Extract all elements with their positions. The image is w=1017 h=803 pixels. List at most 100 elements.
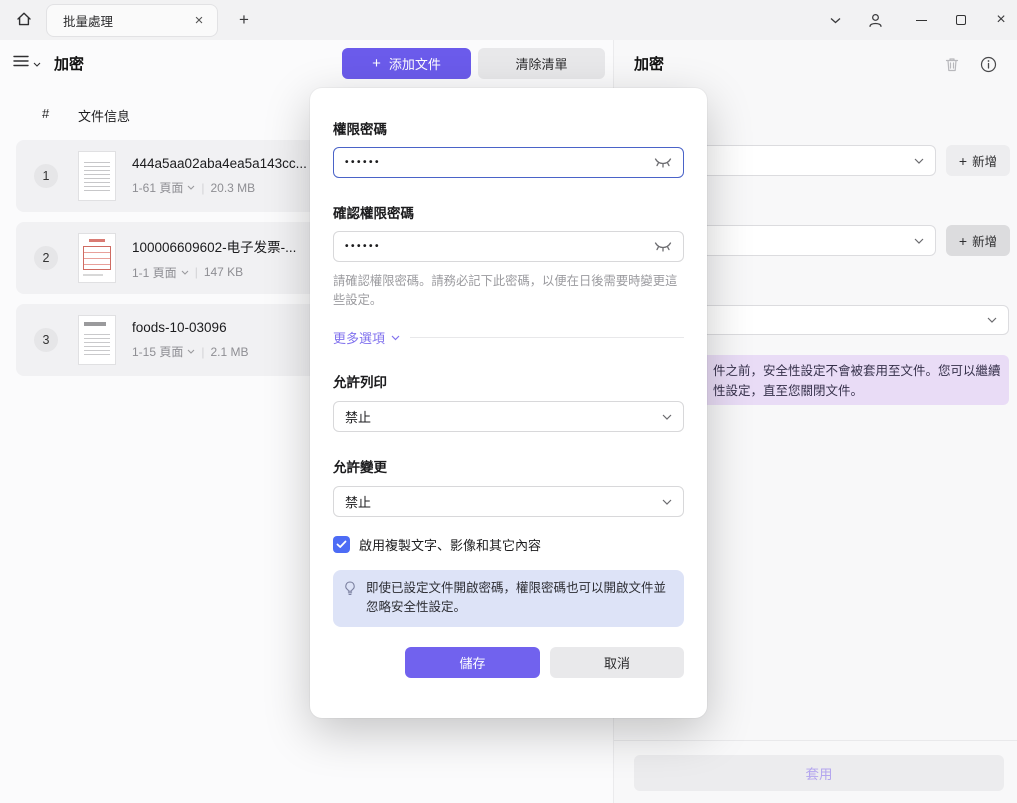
- confirm-password-label: 確認權限密碼: [333, 202, 684, 222]
- chevron-down-icon: [187, 185, 195, 190]
- home-button[interactable]: [9, 5, 39, 35]
- chevron-down-icon: [662, 414, 672, 420]
- plus-icon: +: [372, 56, 381, 71]
- clear-list-button[interactable]: 清除清單: [478, 48, 605, 79]
- add-files-label: 添加文件: [389, 54, 441, 73]
- page-range-dropdown[interactable]: 1-1 頁面: [132, 264, 189, 281]
- file-name: foods-10-03096: [132, 320, 249, 335]
- add-new-label: 新增: [972, 231, 997, 250]
- home-icon: [15, 10, 33, 31]
- maximize-button[interactable]: [948, 7, 974, 33]
- maximize-icon: [956, 15, 966, 25]
- password-masked-value: ••••••: [345, 157, 654, 168]
- permission-password-label: 權限密碼: [333, 118, 684, 138]
- app-window: 批量處理 × + × 加密 + 添加文件 清除清單: [0, 0, 1017, 803]
- file-size: 147 KB: [204, 265, 243, 279]
- titlebar: 批量處理 × + ×: [0, 0, 1017, 40]
- add-new-button[interactable]: + 新增: [946, 225, 1010, 256]
- file-thumbnail: [78, 315, 116, 365]
- allow-change-value: 禁止: [345, 492, 371, 511]
- left-panel-title: 加密: [54, 53, 84, 74]
- minimize-icon: [916, 20, 927, 21]
- page-range-dropdown[interactable]: 1-15 頁面: [132, 343, 195, 360]
- more-options-label: 更多選項: [333, 328, 385, 347]
- divider: |: [195, 265, 198, 279]
- file-size: 20.3 MB: [210, 181, 255, 195]
- row-number-badge: 2: [34, 246, 58, 270]
- password-note-box: 即使已設定文件開啟密碼，權限密碼也可以開啟文件並忽略安全性設定。: [333, 570, 684, 627]
- enable-copy-row: 啟用複製文字、影像和其它內容: [333, 535, 684, 554]
- hamburger-menu-icon: [13, 54, 29, 70]
- file-size: 2.1 MB: [210, 345, 248, 359]
- eye-closed-icon[interactable]: [654, 240, 672, 253]
- file-thumbnail: [78, 233, 116, 283]
- row-number-badge: 1: [34, 164, 58, 188]
- dialog-buttons: 儲存 取消: [333, 647, 684, 678]
- file-info: 100006609602-电子发票-... 1-1 頁面 | 147 KB: [132, 236, 296, 281]
- security-note-line2: 性設定，直至您關閉文件。: [713, 381, 1009, 401]
- enable-copy-label: 啟用複製文字、影像和其它內容: [359, 535, 541, 554]
- apply-label: 套用: [806, 763, 833, 783]
- titlebar-chevron-down-icon[interactable]: [822, 7, 848, 33]
- minimize-button[interactable]: [908, 7, 934, 33]
- lightbulb-icon: [344, 581, 356, 602]
- allow-change-label: 允許變更: [333, 456, 684, 476]
- section-divider: [410, 337, 684, 338]
- chevron-down-icon: [914, 238, 924, 244]
- allow-print-value: 禁止: [345, 407, 371, 426]
- right-panel-title: 加密: [634, 53, 664, 74]
- confirm-password-input[interactable]: ••••••: [333, 231, 684, 262]
- allow-print-select[interactable]: 禁止: [333, 401, 684, 432]
- confirm-password-hint: 請確認權限密碼。請務必記下此密碼，以便在日後需要時變更這些設定。: [333, 272, 684, 310]
- chevron-down-icon: [662, 499, 672, 505]
- tab-label: 批量處理: [63, 11, 189, 30]
- clear-list-label: 清除清單: [515, 54, 567, 73]
- divider: |: [201, 181, 204, 195]
- chevron-down-icon: [914, 158, 924, 164]
- save-label: 儲存: [459, 653, 485, 672]
- chevron-down-icon: [187, 349, 195, 354]
- tab-close-icon[interactable]: ×: [189, 11, 209, 31]
- password-note-text: 即使已設定文件開啟密碼，權限密碼也可以開啟文件並忽略安全性設定。: [366, 581, 666, 614]
- chevron-down-icon: [987, 317, 997, 323]
- chevron-down-icon: [391, 335, 400, 341]
- add-new-button[interactable]: + 新增: [946, 145, 1010, 176]
- page-range-label: 1-15 頁面: [132, 343, 183, 360]
- add-new-label: 新增: [972, 151, 997, 170]
- menu-button[interactable]: [13, 54, 41, 70]
- chevron-down-icon: [181, 270, 189, 275]
- row-number-badge: 3: [34, 328, 58, 352]
- file-info: 444a5aa02aba4ea5a143cc... 1-61 頁面 | 20.3…: [132, 156, 307, 196]
- menu-chevron-down-icon: [33, 54, 41, 70]
- file-name: 100006609602-电子发票-...: [132, 236, 296, 256]
- page-range-dropdown[interactable]: 1-61 頁面: [132, 179, 195, 196]
- permission-password-dialog: 權限密碼 •••••• 確認權限密碼 •••••• 請確認權限密碼。請務必記下此…: [310, 88, 707, 718]
- cancel-label: 取消: [604, 653, 630, 672]
- tab-batch-process[interactable]: 批量處理 ×: [46, 4, 218, 37]
- column-header-file-info: 文件信息: [78, 106, 130, 125]
- new-tab-button[interactable]: +: [232, 8, 256, 32]
- cancel-button[interactable]: 取消: [550, 647, 684, 678]
- user-account-icon[interactable]: [862, 7, 888, 33]
- window-close-button[interactable]: ×: [988, 7, 1014, 33]
- page-range-label: 1-61 頁面: [132, 179, 183, 196]
- more-options-link[interactable]: 更多選項: [333, 328, 400, 347]
- allow-change-select[interactable]: 禁止: [333, 486, 684, 517]
- permission-password-input[interactable]: ••••••: [333, 147, 684, 178]
- trash-icon[interactable]: [939, 51, 965, 77]
- divider: |: [201, 345, 204, 359]
- save-button[interactable]: 儲存: [405, 647, 540, 678]
- more-options-row: 更多選項: [333, 328, 684, 347]
- page-range-label: 1-1 頁面: [132, 264, 177, 281]
- apply-button[interactable]: 套用: [634, 755, 1004, 791]
- plus-icon: +: [959, 154, 967, 168]
- column-header-index: #: [42, 106, 49, 121]
- enable-copy-checkbox[interactable]: [333, 536, 350, 553]
- add-files-button[interactable]: + 添加文件: [342, 48, 471, 79]
- file-info: foods-10-03096 1-15 頁面 | 2.1 MB: [132, 320, 249, 360]
- info-icon[interactable]: [975, 51, 1001, 77]
- footer-divider: [614, 740, 1017, 741]
- eye-closed-icon[interactable]: [654, 156, 672, 169]
- plus-icon: +: [959, 234, 967, 248]
- file-name: 444a5aa02aba4ea5a143cc...: [132, 156, 307, 171]
